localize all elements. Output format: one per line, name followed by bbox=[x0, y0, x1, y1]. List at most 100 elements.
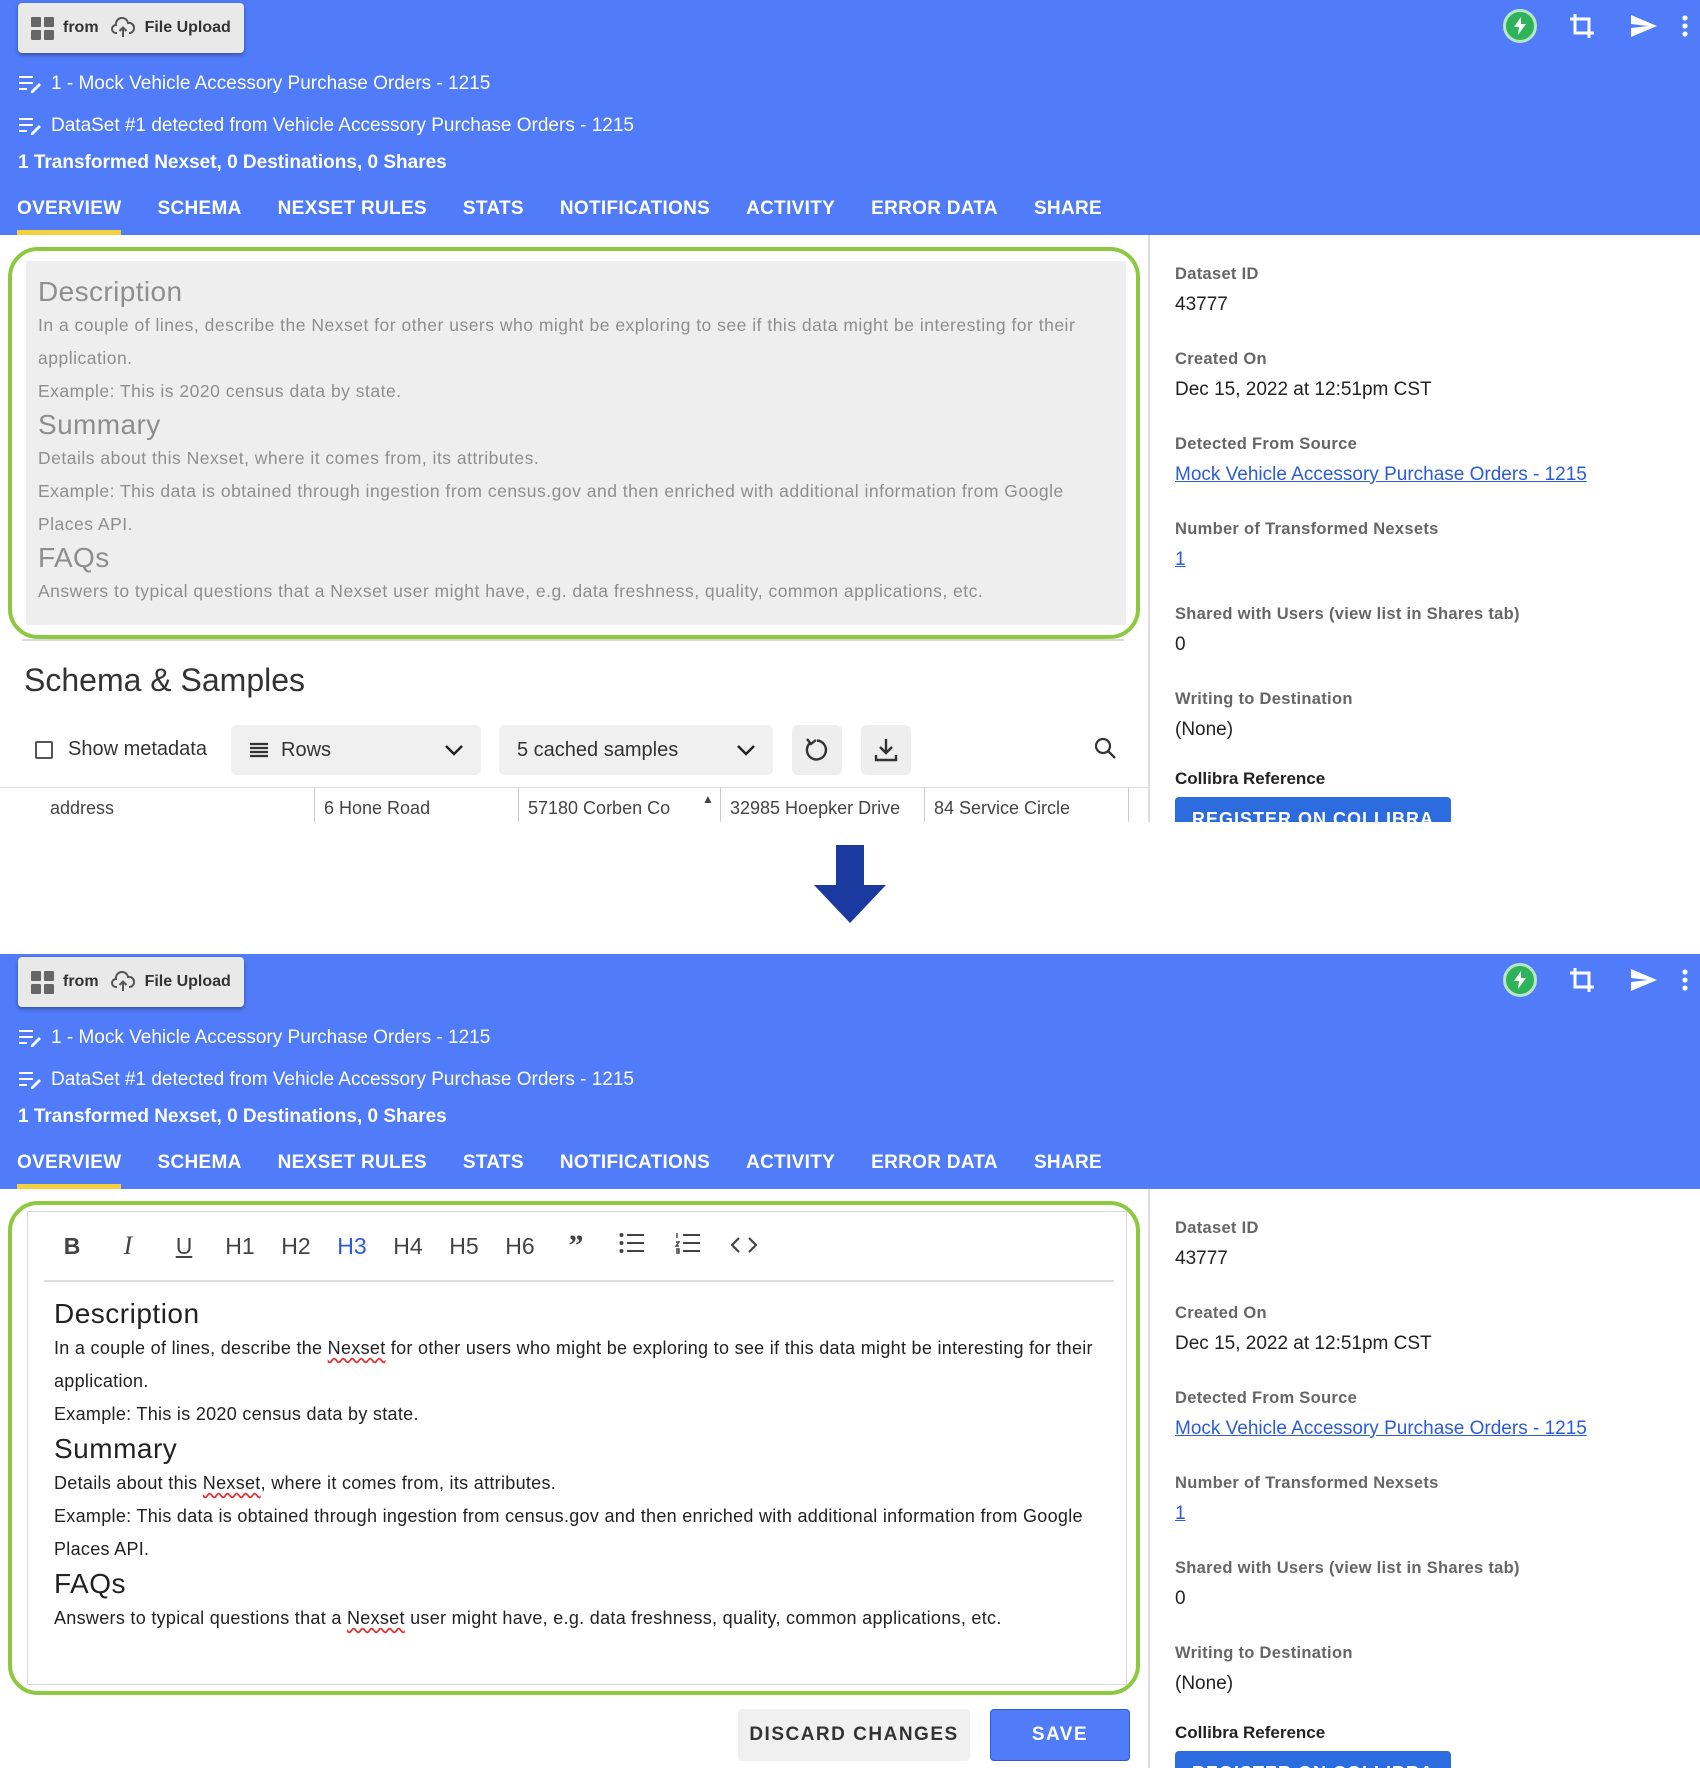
bullet-list-button[interactable] bbox=[604, 1232, 660, 1260]
transformed-nexsets-link[interactable]: 1 bbox=[1175, 549, 1186, 571]
grid-icon bbox=[31, 970, 54, 994]
register-collibra-button[interactable]: REGISTER ON COLLIBRA bbox=[1175, 797, 1451, 822]
column-divider bbox=[1128, 788, 1129, 822]
detected-source-link[interactable]: Mock Vehicle Accessory Purchase Orders -… bbox=[1175, 464, 1587, 486]
send-icon[interactable] bbox=[1626, 962, 1662, 998]
source-name-row[interactable]: 1 - Mock Vehicle Accessory Purchase Orde… bbox=[18, 1027, 490, 1049]
tab-notifications[interactable]: NOTIFICATIONS bbox=[542, 1150, 728, 1189]
editor-content[interactable]: Description In a couple of lines, descri… bbox=[54, 1296, 1124, 1635]
created-on-value: Dec 15, 2022 at 12:51pm CST bbox=[1175, 1333, 1432, 1354]
source-name-row[interactable]: 1 - Mock Vehicle Accessory Purchase Orde… bbox=[18, 73, 490, 95]
description-editor[interactable]: B I U H1 H2 H3 H4 H5 H6 ” Description In… bbox=[27, 1211, 1127, 1685]
tab-share[interactable]: SHARE bbox=[1016, 1150, 1120, 1189]
h4-button[interactable]: H4 bbox=[380, 1233, 436, 1260]
crop-icon[interactable] bbox=[1564, 962, 1600, 998]
ordered-list-button[interactable] bbox=[660, 1232, 716, 1260]
description-example: Example: This is 2020 census data by sta… bbox=[54, 1404, 419, 1424]
screen-before: from File Upload 1 - Mock Vehicle Access… bbox=[0, 0, 1700, 822]
transformed-nexsets-link[interactable]: 1 bbox=[1175, 1503, 1186, 1525]
dataset-id-value: 43777 bbox=[1175, 294, 1228, 315]
chevron-down-icon bbox=[737, 745, 755, 756]
summary-example: Example: This data is obtained through i… bbox=[38, 481, 1064, 534]
h1-button[interactable]: H1 bbox=[212, 1233, 268, 1260]
tab-nexset-rules[interactable]: NEXSET RULES bbox=[260, 1150, 445, 1189]
highlight-box: B I U H1 H2 H3 H4 H5 H6 ” Description In… bbox=[8, 1201, 1140, 1695]
show-metadata-checkbox[interactable] bbox=[35, 741, 53, 759]
dataset-name: DataSet #1 detected from Vehicle Accesso… bbox=[51, 115, 634, 136]
bold-button[interactable]: B bbox=[44, 1233, 100, 1260]
tab-nexset-rules[interactable]: NEXSET RULES bbox=[260, 196, 445, 235]
tab-error-data[interactable]: ERROR DATA bbox=[853, 196, 1016, 235]
refresh-button[interactable] bbox=[792, 725, 842, 775]
transformed-nexsets-label: Number of Transformed Nexsets bbox=[1175, 1474, 1439, 1492]
tab-stats[interactable]: STATS bbox=[445, 196, 542, 235]
tab-activity[interactable]: ACTIVITY bbox=[728, 1150, 853, 1189]
tab-overview[interactable]: OVERVIEW bbox=[0, 196, 139, 235]
table-cell: 6 Hone Road bbox=[324, 798, 431, 818]
page-header: from File Upload 1 - Mock Vehicle Access… bbox=[0, 954, 1700, 1189]
panel-separator bbox=[1148, 235, 1150, 822]
save-button[interactable]: SAVE bbox=[990, 1709, 1130, 1761]
spellcheck-word: Nexset bbox=[327, 1338, 386, 1358]
source-type-label: File Upload bbox=[144, 973, 231, 990]
code-button[interactable] bbox=[716, 1233, 772, 1260]
screen-after: from File Upload 1 - Mock Vehicle Access… bbox=[0, 954, 1700, 1768]
table-cell: 84 Service Circle bbox=[934, 798, 1071, 818]
header-actions bbox=[1502, 962, 1690, 998]
h6-button[interactable]: H6 bbox=[492, 1233, 548, 1260]
tab-error-data[interactable]: ERROR DATA bbox=[853, 1150, 1016, 1189]
faqs-heading: FAQs bbox=[38, 542, 110, 573]
edit-icon bbox=[18, 74, 42, 94]
more-vert-icon[interactable] bbox=[1680, 962, 1690, 998]
samples-select[interactable]: 5 cached samples bbox=[499, 725, 773, 775]
details-sidebar: Dataset ID 43777 Created On Dec 15, 2022 a… bbox=[1175, 265, 1695, 822]
h5-button[interactable]: H5 bbox=[436, 1233, 492, 1260]
created-on-label: Created On bbox=[1175, 1304, 1267, 1322]
editor-toolbar: B I U H1 H2 H3 H4 H5 H6 ” bbox=[44, 1212, 1114, 1282]
tab-schema[interactable]: SCHEMA bbox=[139, 1150, 259, 1189]
tab-schema[interactable]: SCHEMA bbox=[139, 196, 259, 235]
summary-text: Details about this Nexset, where it come… bbox=[38, 448, 540, 468]
column-divider bbox=[518, 788, 519, 822]
description-heading: Description bbox=[54, 1298, 200, 1329]
register-collibra-button[interactable]: REGISTER ON COLLIBRA bbox=[1175, 1751, 1451, 1768]
spellcheck-word: Nexset bbox=[346, 1608, 405, 1628]
dataset-name-row[interactable]: DataSet #1 detected from Vehicle Accesso… bbox=[18, 115, 634, 137]
bullet-list-icon bbox=[619, 1233, 644, 1253]
description-text: In a couple of lines, describe the Nexse… bbox=[54, 1338, 1093, 1391]
bolt-icon[interactable] bbox=[1502, 962, 1538, 998]
send-icon[interactable] bbox=[1626, 8, 1662, 44]
h3-button[interactable]: H3 bbox=[324, 1233, 380, 1260]
faqs-text: Answers to typical questions that a Nexs… bbox=[38, 581, 984, 601]
page-header: from File Upload 1 - Mock Vehicle Access… bbox=[0, 0, 1700, 235]
tab-overview[interactable]: OVERVIEW bbox=[0, 1150, 139, 1189]
download-button[interactable] bbox=[861, 725, 911, 775]
description-readonly[interactable]: Description In a couple of lines, descri… bbox=[26, 261, 1126, 625]
discard-changes-button[interactable]: DISCARD CHANGES bbox=[738, 1709, 970, 1761]
underline-button[interactable]: U bbox=[156, 1233, 212, 1260]
source-chip[interactable]: from File Upload bbox=[18, 957, 244, 1007]
scroll-up-icon[interactable]: ▲ bbox=[702, 792, 714, 806]
crop-icon[interactable] bbox=[1564, 8, 1600, 44]
tab-stats[interactable]: STATS bbox=[445, 1150, 542, 1189]
writing-destination-label: Writing to Destination bbox=[1175, 1644, 1353, 1662]
dataset-summary: 1 Transformed Nexset, 0 Destinations, 0 … bbox=[18, 152, 447, 173]
h2-button[interactable]: H2 bbox=[268, 1233, 324, 1260]
table-cell: 32985 Hoepker Drive bbox=[730, 798, 901, 818]
more-vert-icon[interactable] bbox=[1680, 8, 1690, 44]
view-select[interactable]: Rows bbox=[231, 725, 481, 775]
description-text: In a couple of lines, describe the Nexse… bbox=[38, 315, 1076, 368]
code-icon bbox=[730, 1236, 758, 1253]
italic-button[interactable]: I bbox=[100, 1231, 156, 1261]
description-heading: Description bbox=[38, 276, 183, 307]
tab-activity[interactable]: ACTIVITY bbox=[728, 196, 853, 235]
edit-icon bbox=[18, 116, 42, 136]
search-icon[interactable] bbox=[1094, 737, 1116, 764]
blockquote-button[interactable]: ” bbox=[548, 1229, 604, 1263]
dataset-name-row[interactable]: DataSet #1 detected from Vehicle Accesso… bbox=[18, 1069, 634, 1091]
bolt-icon[interactable] bbox=[1502, 8, 1538, 44]
tab-notifications[interactable]: NOTIFICATIONS bbox=[542, 196, 728, 235]
detected-source-link[interactable]: Mock Vehicle Accessory Purchase Orders -… bbox=[1175, 1418, 1587, 1440]
tab-share[interactable]: SHARE bbox=[1016, 196, 1120, 235]
source-chip[interactable]: from File Upload bbox=[18, 3, 244, 53]
